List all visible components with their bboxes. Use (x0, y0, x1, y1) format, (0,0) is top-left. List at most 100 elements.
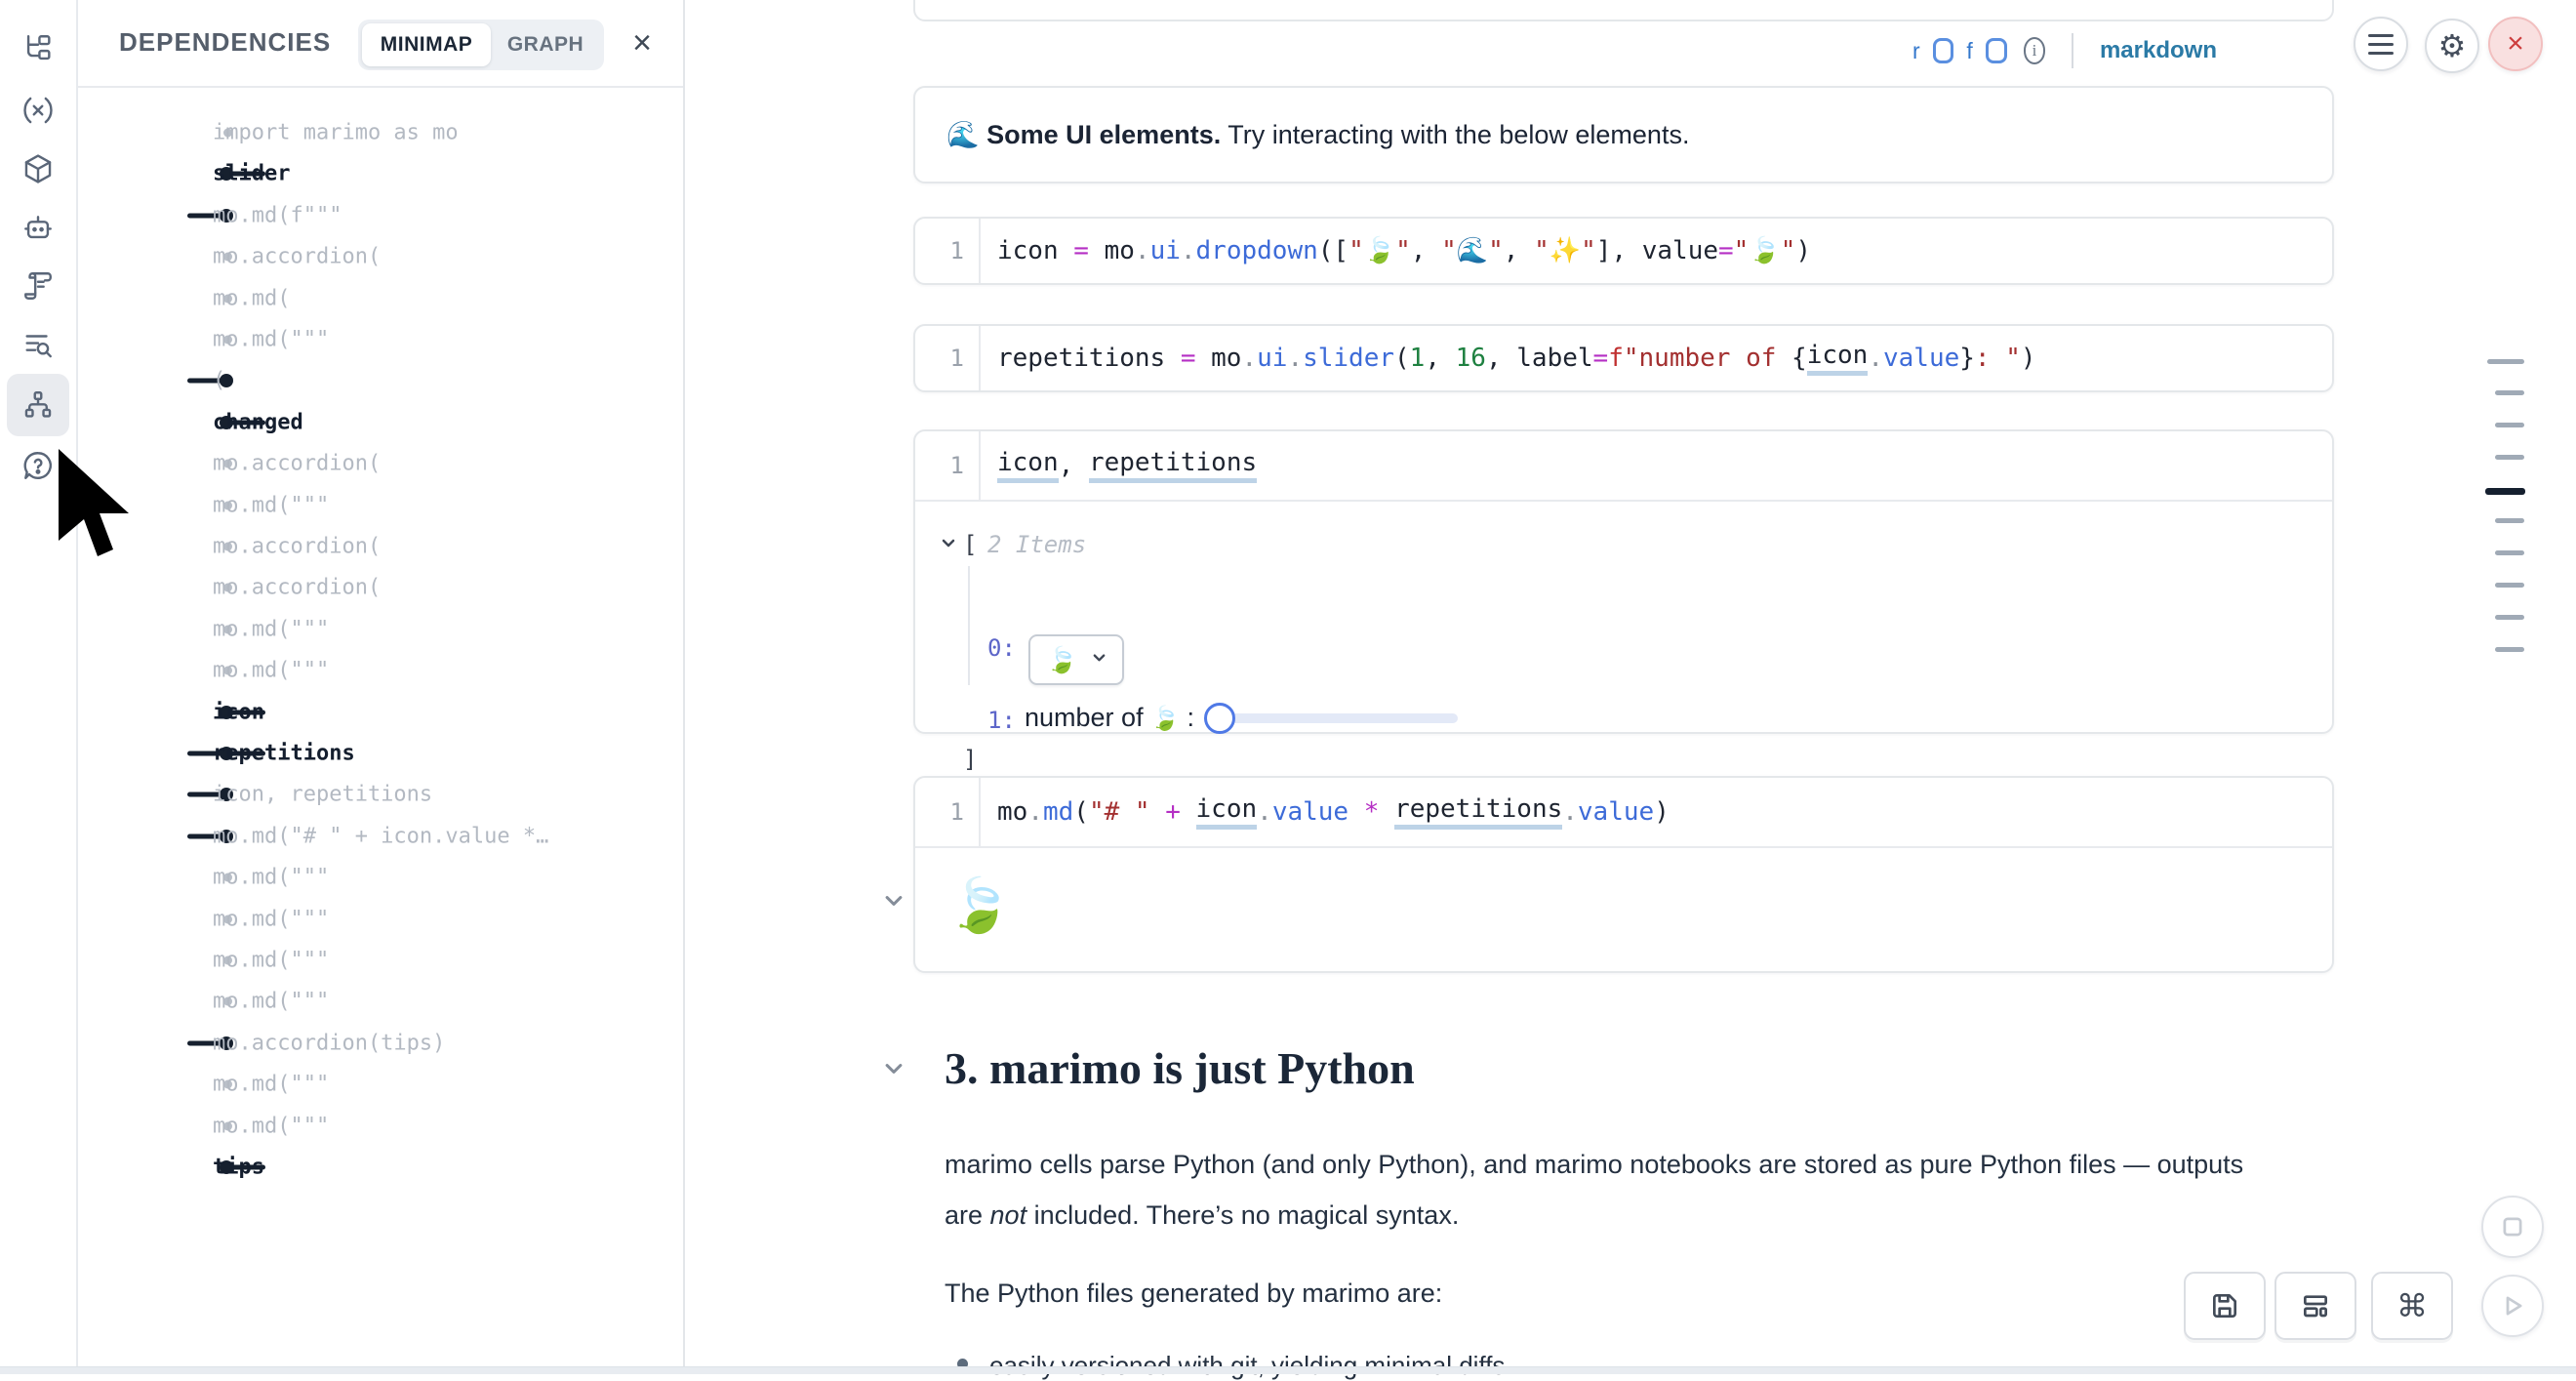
minimap-item[interactable]: mo.md(""" (78, 857, 683, 898)
outline-dash[interactable] (2495, 518, 2524, 523)
run-button[interactable] (2481, 1275, 2544, 1337)
code-token (1196, 344, 1212, 373)
snippets-icon[interactable] (7, 255, 69, 317)
code-token: ui (1257, 344, 1287, 373)
minimap-item[interactable]: mo.md(f""" (78, 195, 683, 236)
save-button[interactable] (2184, 1272, 2266, 1340)
search-icon[interactable] (7, 313, 69, 376)
md-output-cell[interactable]: 🌊 Some UI elements. Try interacting with… (913, 86, 2334, 183)
minimap-item[interactable]: mo.accordion( (78, 236, 683, 277)
r-checkbox[interactable] (1933, 38, 1954, 63)
outline-dash[interactable] (2487, 359, 2524, 364)
code-editor[interactable]: repetitions = mo.ui.slider(1, 16, label=… (997, 326, 2036, 390)
minimap-item-label: mo.md(""" (213, 990, 329, 1014)
md-output-bold: 🌊 Some UI elements. (946, 120, 1221, 149)
settings-button[interactable]: ⚙ (2425, 19, 2479, 73)
outline-dash[interactable] (2495, 550, 2524, 555)
top-editor-cell[interactable]: 1 **🌊 Some UI elements.** Try interactin… (913, 0, 2334, 21)
info-icon[interactable]: i (2024, 37, 2046, 64)
variables-icon[interactable] (7, 79, 69, 142)
minimap-item[interactable]: mo.md(""" (78, 319, 683, 360)
stop-button[interactable] (2481, 1196, 2544, 1258)
minimap-item[interactable]: mo.md(""" (78, 1064, 683, 1105)
outline-dash[interactable] (2495, 423, 2524, 427)
view-mode-toggle: MINIMAP GRAPH (358, 20, 604, 70)
ai-assistant-icon[interactable] (7, 196, 69, 259)
minimap-item[interactable]: mo.md("# " + icon.value *… (78, 816, 683, 857)
minimap-item[interactable]: icon (78, 692, 683, 733)
code-token: = (1718, 236, 1734, 265)
outline-dash[interactable] (2495, 615, 2524, 620)
code-token: ) (1654, 797, 1670, 827)
packages-icon[interactable] (7, 138, 69, 200)
minimap-item[interactable]: mo.md(""" (78, 940, 683, 981)
minimap-item[interactable]: mo.md(""" (78, 1106, 683, 1147)
minimap-item-label: mo.accordion( (213, 245, 381, 269)
minimap-item[interactable]: mo.md(""" (78, 650, 683, 691)
minimap-item[interactable]: mo.md(""" (78, 981, 683, 1022)
tab-minimap[interactable]: MINIMAP (362, 23, 491, 66)
minimap-item[interactable]: repetitions (78, 733, 683, 774)
minimap-item[interactable]: slider (78, 153, 683, 194)
outline-dash-active[interactable] (2485, 488, 2525, 495)
minimap-item[interactable]: mo.md(""" (78, 899, 683, 940)
tab-graph[interactable]: GRAPH (491, 23, 600, 66)
minimap-item-label: mo.accordion( (213, 535, 381, 559)
minimap-item-label: mo.md(""" (213, 617, 329, 641)
minimap-item[interactable]: changed (78, 402, 683, 443)
code-token: "🌊" (1441, 236, 1504, 265)
output-collapse-chevron[interactable] (883, 890, 905, 916)
code-cell-icon[interactable]: 1 icon = mo.ui.dropdown(["🍃", "🌊", "✨"],… (913, 217, 2334, 285)
layout-button[interactable] (2274, 1272, 2356, 1340)
floppy-icon (2209, 1290, 2240, 1321)
bottom-scroll-strip[interactable] (0, 1366, 2576, 1374)
minimap-item-label: tips (213, 1156, 264, 1180)
outline-dash[interactable] (2495, 455, 2524, 460)
minimap-item[interactable]: tips (78, 1147, 683, 1188)
code-editor[interactable]: icon = mo.ui.dropdown(["🍃", "🌊", "✨"], v… (997, 219, 1811, 283)
repetitions-slider-track[interactable] (1212, 713, 1458, 723)
minimap-item[interactable]: icon, repetitions (78, 774, 683, 815)
minimap-item[interactable]: mo.accordion(tips) (78, 1023, 683, 1064)
shutdown-button[interactable]: × (2488, 17, 2543, 71)
chevron-down-icon (1092, 650, 1107, 670)
code-token: value (1883, 344, 1959, 373)
section-collapse-chevron[interactable] (883, 1058, 905, 1084)
command-button[interactable]: ⌘ (2371, 1272, 2453, 1340)
menu-button[interactable] (2354, 17, 2408, 71)
dependencies-icon[interactable] (7, 374, 69, 436)
code-token: icon (997, 448, 1059, 483)
icon-dropdown-select[interactable]: 🍃 (1028, 634, 1124, 685)
code-token: "✨" (1534, 236, 1596, 265)
code-token: : " (1975, 344, 2021, 373)
f-checkbox[interactable] (1986, 38, 2007, 63)
minimap-item[interactable]: ( (78, 360, 683, 401)
panel-close-button[interactable]: × (617, 18, 667, 68)
bracket-close: ] (963, 746, 977, 773)
file-tree-icon[interactable] (7, 18, 69, 80)
tree-collapse-icon[interactable] (941, 535, 956, 555)
minimap-item[interactable]: mo.md(""" (78, 609, 683, 650)
code-token (1181, 797, 1196, 827)
repetitions-slider-handle[interactable] (1204, 703, 1235, 734)
outline-dash[interactable] (2495, 647, 2524, 652)
code-editor[interactable]: mo.md("# " + icon.value * repetitions.va… (997, 778, 1670, 846)
code-token: ([ (1318, 236, 1348, 265)
code-token (1089, 236, 1105, 265)
minimap-item[interactable]: mo.md( (78, 278, 683, 319)
outline-dash[interactable] (2495, 583, 2524, 588)
section-heading: 3. marimo is just Python (945, 1042, 1415, 1094)
code-token: 1 (1410, 344, 1426, 373)
code-cell-tuple[interactable]: 1 icon, repetitions [ 2 Items 0: 🍃 1: nu… (913, 429, 2334, 734)
code-token: "# " (1089, 797, 1150, 827)
minimap-item[interactable]: import marimo as mo (78, 112, 683, 153)
code-editor[interactable]: icon, repetitions (997, 431, 1257, 500)
code-token: = (1593, 344, 1609, 373)
gutter-divider (979, 431, 981, 500)
code-cell-repetitions[interactable]: 1 repetitions = mo.ui.slider(1, 16, labe… (913, 324, 2334, 392)
markdown-mode-label[interactable]: markdown (2100, 37, 2217, 64)
minimap-item[interactable]: mo.accordion( (78, 567, 683, 608)
outline-dash[interactable] (2495, 390, 2524, 395)
code-cell-md[interactable]: 1 mo.md("# " + icon.value * repetitions.… (913, 776, 2334, 973)
gear-icon: ⚙ (2438, 27, 2467, 64)
